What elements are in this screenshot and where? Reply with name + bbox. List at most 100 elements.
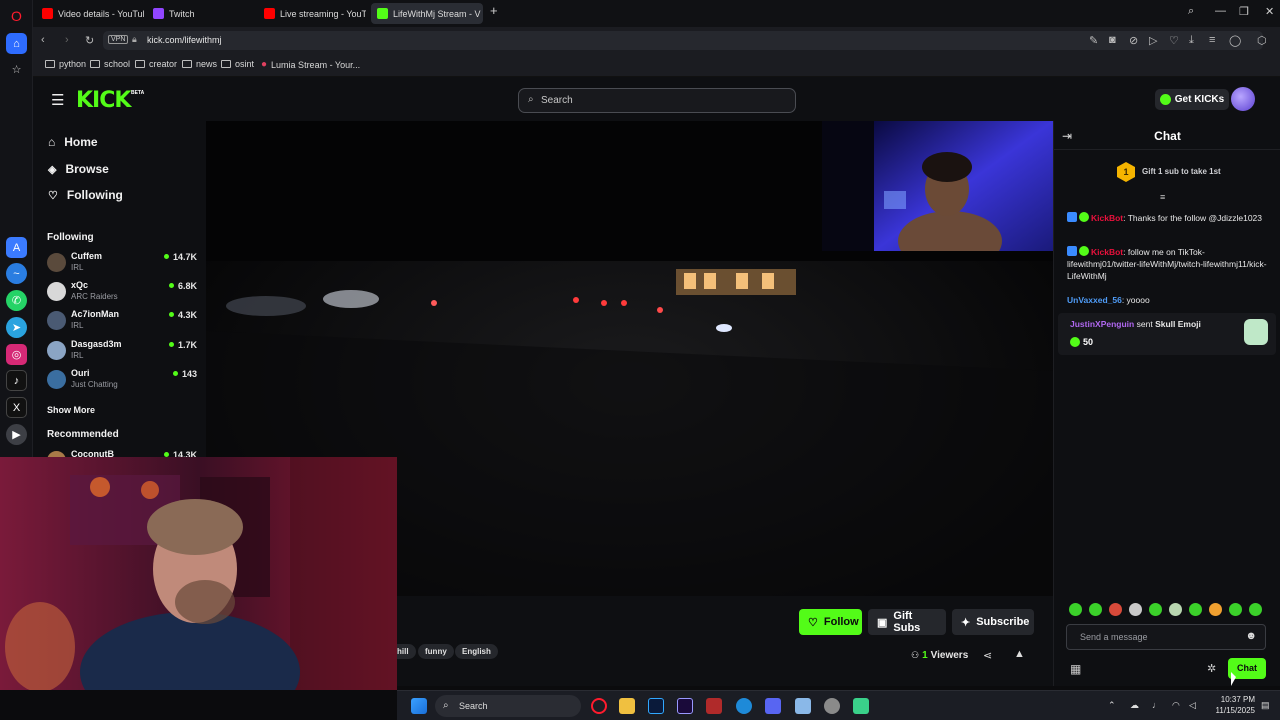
emote-icon[interactable]	[1129, 603, 1142, 616]
sidebar-channel-dasgasd3m[interactable]: Dasgasd3m IRL 1.7K	[47, 339, 197, 365]
tray-chevron-icon[interactable]: ⌃	[1108, 700, 1116, 711]
file-explorer-icon[interactable]	[619, 698, 635, 714]
tag-english[interactable]: English	[455, 644, 498, 659]
subscribe-button[interactable]: ✦ Subscribe	[952, 609, 1034, 635]
opera-logo-icon[interactable]: O	[6, 5, 27, 26]
url-text[interactable]: kick.com/lifewithmj	[147, 35, 222, 45]
reload-icon[interactable]: ↻	[85, 34, 94, 47]
emote-icon[interactable]	[1169, 603, 1182, 616]
menu-icon[interactable]: ≡	[1209, 34, 1215, 46]
sidebar-channel-xqc[interactable]: xQc ARC Raiders 6.8K	[47, 280, 197, 306]
search-tabs-icon[interactable]: ⌕	[1188, 5, 1194, 18]
bookmark-osint[interactable]: osint	[221, 59, 254, 69]
tab-youtube-studio[interactable]: Video details - YouTube S	[36, 3, 144, 24]
photoshop-icon[interactable]	[648, 698, 664, 714]
kick-logo[interactable]: KICK	[76, 88, 131, 113]
chat-username[interactable]: UnVaxxed_56	[1067, 295, 1122, 305]
vpn-badge[interactable]: VPN	[108, 35, 129, 44]
close-button[interactable]: ✕	[1265, 5, 1274, 18]
forward-icon[interactable]: ›	[65, 34, 69, 46]
chat-username[interactable]: KickBot	[1091, 247, 1123, 257]
search-input[interactable]: ⌕ Search	[518, 88, 796, 113]
edge-icon[interactable]	[736, 698, 752, 714]
player-icon[interactable]: ▷	[1149, 34, 1157, 47]
maximize-button[interactable]: ❐	[1239, 5, 1249, 18]
emote-icon[interactable]	[1209, 603, 1222, 616]
bookmark-lumia[interactable]: ● Lumia Stream - Your...	[261, 59, 360, 70]
sidebar-channel-cuffem[interactable]: Cuffem IRL 14.7K	[47, 251, 197, 277]
sidebar-channel-ouri[interactable]: Ouri Just Chatting 143	[47, 368, 197, 394]
tiktok-icon[interactable]: ♪	[6, 370, 27, 391]
notepad-icon[interactable]	[795, 698, 811, 714]
profile-icon[interactable]: ◯	[1229, 34, 1241, 47]
clock[interactable]: 10:37 PM 11/15/2025	[1209, 694, 1255, 716]
opera-icon[interactable]	[591, 698, 607, 714]
show-more-link[interactable]: Show More	[47, 405, 95, 415]
nav-browse[interactable]: ◈ Browse	[48, 162, 109, 176]
report-icon[interactable]: ▲	[1014, 648, 1025, 660]
home-icon[interactable]: ⌂	[6, 33, 27, 54]
notification-icon[interactable]: ▤	[1261, 700, 1270, 711]
emote-icon[interactable]	[1089, 603, 1102, 616]
x-icon[interactable]: X	[6, 397, 27, 418]
taskbar-search[interactable]: ⌕ Search	[435, 695, 581, 717]
gift-subs-button[interactable]: ▣ Gift Subs	[868, 609, 946, 635]
heart-icon[interactable]: ♡	[1169, 34, 1179, 47]
download-icon[interactable]: ⤓	[1189, 34, 1194, 47]
tag-funny[interactable]: funny	[418, 644, 454, 659]
follow-button[interactable]: ♡ Follow	[799, 609, 862, 635]
bookmark-python[interactable]: python	[45, 59, 86, 69]
store-icon[interactable]: ▦	[1070, 662, 1081, 676]
emote-icon[interactable]	[1069, 603, 1082, 616]
emote-icon[interactable]	[1229, 603, 1242, 616]
player-icon[interactable]: ▶	[6, 424, 27, 445]
emote-icon[interactable]	[1149, 603, 1162, 616]
premiere-icon[interactable]	[677, 698, 693, 714]
chat-message-input[interactable]: Send a message ☻	[1066, 624, 1266, 650]
avatar[interactable]	[1231, 87, 1255, 111]
windows-start-icon[interactable]	[411, 698, 427, 714]
chat-username[interactable]: JustinXPenguin	[1070, 319, 1134, 329]
expand-leaderboard-icon[interactable]: ≡	[1160, 192, 1165, 202]
wifi-icon[interactable]: ◠	[1172, 700, 1180, 711]
emote-icon[interactable]	[1249, 603, 1262, 616]
gear-icon[interactable]: ✲	[1207, 662, 1216, 675]
cloud-icon[interactable]: ☁	[1130, 700, 1139, 711]
mic-icon[interactable]: ♩	[1152, 700, 1161, 710]
star-icon[interactable]: ☆	[6, 59, 27, 80]
gift-leaderboard-prompt[interactable]: Gift 1 sub to take 1st	[1142, 167, 1221, 176]
emote-icon[interactable]	[1109, 603, 1122, 616]
extensions-icon[interactable]: ⬡	[1257, 34, 1267, 47]
back-icon[interactable]: ‹	[41, 34, 45, 46]
new-tab-button[interactable]: +	[490, 3, 498, 18]
nav-following[interactable]: ♡ Following	[48, 188, 123, 202]
bookmark-creator[interactable]: creator	[135, 59, 177, 69]
tab-twitch[interactable]: Twitch	[147, 3, 255, 24]
emote-icon[interactable]	[1189, 603, 1202, 616]
chat-username[interactable]: KickBot	[1091, 213, 1123, 223]
nav-home[interactable]: ⌂ Home	[48, 135, 98, 149]
bookmark-news[interactable]: news	[182, 59, 217, 69]
emoji-picker-icon[interactable]: ☻	[1245, 630, 1257, 642]
hamburger-menu-icon[interactable]: ☰	[51, 91, 64, 109]
share-icon[interactable]: ⋖	[983, 649, 992, 662]
whatsapp-icon[interactable]: ✆	[6, 290, 27, 311]
sidebar-channel-ac7ionman[interactable]: Ac7ionMan IRL 4.3K	[47, 309, 197, 335]
telegram-icon[interactable]: ➤	[6, 317, 27, 338]
tab-youtube-live[interactable]: Live streaming - YouTube	[258, 3, 366, 24]
minimize-button[interactable]: —	[1215, 5, 1226, 17]
discord-icon[interactable]	[765, 698, 781, 714]
camera-icon[interactable]: ◙	[1109, 34, 1116, 46]
app-icon[interactable]	[706, 698, 722, 714]
bookmark-school[interactable]: school	[90, 59, 130, 69]
settings-icon[interactable]	[824, 698, 840, 714]
adblock-icon[interactable]: ⊘	[1129, 34, 1138, 47]
edit-icon[interactable]: ✎	[1089, 34, 1098, 47]
app-icon[interactable]	[853, 698, 869, 714]
volume-icon[interactable]: ◁	[1189, 700, 1196, 711]
messenger-icon[interactable]: ~	[6, 263, 27, 284]
instagram-icon[interactable]: ◎	[6, 344, 27, 365]
get-kicks-button[interactable]: Get KICKs	[1155, 89, 1229, 110]
app-store-icon[interactable]: A	[6, 237, 27, 258]
tab-kick-lifewithmj[interactable]: LifeWithMj Stream - V	[371, 3, 483, 24]
